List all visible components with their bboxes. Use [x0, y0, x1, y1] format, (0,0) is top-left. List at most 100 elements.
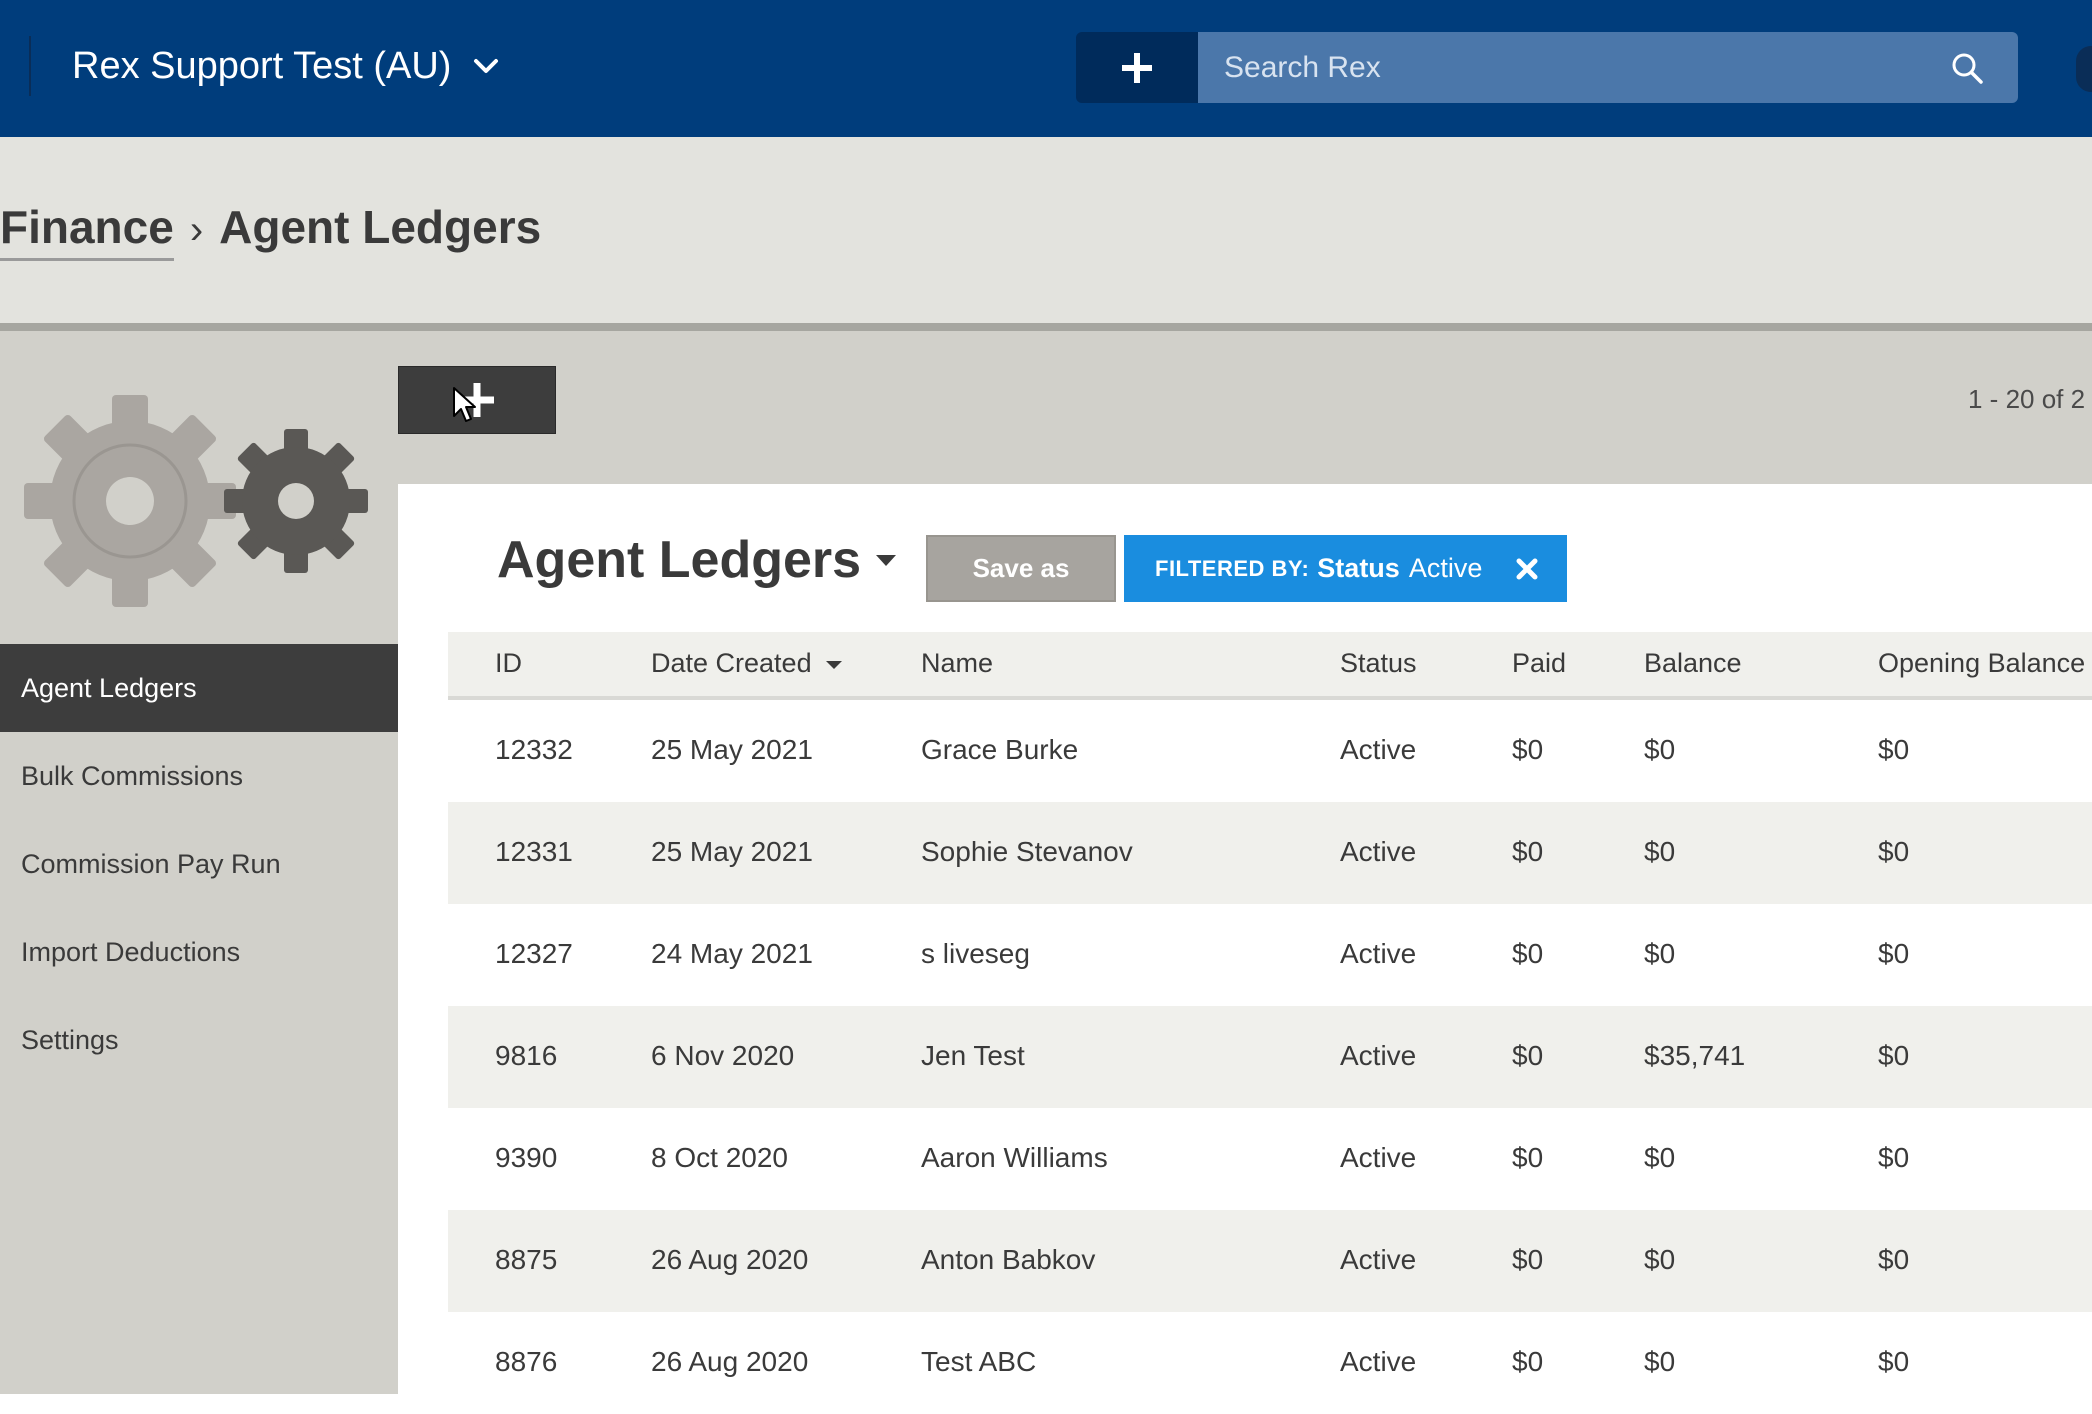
top-navigation-bar: Rex Support Test (AU): [0, 0, 2092, 137]
breadcrumb-finance-link[interactable]: Finance: [0, 200, 174, 261]
cell-name: Anton Babkov: [921, 1244, 1096, 1275]
table-header: ID Date Created Name Status Paid Balance…: [448, 632, 2092, 700]
cell-status: Active: [1340, 734, 1417, 765]
cell-paid: $0: [1512, 734, 1544, 765]
sidebar-item-commission-pay-run[interactable]: Commission Pay Run: [0, 820, 398, 908]
caret-down-icon: [876, 555, 897, 566]
cell-id: 12327: [495, 938, 573, 969]
cell-id: 9816: [495, 1040, 558, 1071]
column-header-status[interactable]: Status: [1340, 648, 1417, 679]
sidebar-item-import-deductions[interactable]: Import Deductions: [0, 908, 398, 996]
column-header-name[interactable]: Name: [921, 648, 993, 679]
cell-date-created: 6 Nov 2020: [651, 1040, 795, 1071]
quick-add-button[interactable]: [1076, 32, 1198, 103]
header-divider: [0, 323, 2092, 331]
sidebar-item-bulk-commissions[interactable]: Bulk Commissions: [0, 732, 398, 820]
account-switcher[interactable]: Rex Support Test (AU): [72, 36, 499, 96]
column-header-date-created[interactable]: Date Created: [651, 648, 842, 679]
cell-date-created: 26 Aug 2020: [651, 1244, 809, 1275]
cell-balance: $0: [1644, 1142, 1676, 1173]
cell-opening-balance: $0: [1878, 734, 1910, 765]
cell-balance: $0: [1644, 734, 1676, 765]
sidebar-item-agent-ledgers[interactable]: Agent Ledgers: [0, 644, 398, 732]
table-row[interactable]: 8876 26 Aug 2020 Test ABC Active $0 $0 $…: [448, 1312, 2092, 1414]
cell-balance: $0: [1644, 1244, 1676, 1275]
cell-id: 12331: [495, 836, 573, 867]
cell-date-created: 25 May 2021: [651, 836, 813, 867]
table-row[interactable]: 12332 25 May 2021 Grace Burke Active $0 …: [448, 700, 2092, 802]
cell-date-created: 8 Oct 2020: [651, 1142, 788, 1173]
new-ledger-button[interactable]: [398, 366, 556, 434]
cell-balance: $35,741: [1644, 1040, 1746, 1071]
cell-name: Sophie Stevanov: [921, 836, 1133, 867]
account-name: Rex Support Test (AU): [72, 44, 452, 87]
cell-paid: $0: [1512, 938, 1544, 969]
filter-value: Active: [1408, 553, 1483, 583]
cell-status: Active: [1340, 1244, 1417, 1275]
cell-name: Test ABC: [921, 1346, 1037, 1377]
cell-date-created: 26 Aug 2020: [651, 1346, 809, 1377]
sidebar-item-settings[interactable]: Settings: [0, 996, 398, 1084]
cell-status: Active: [1340, 1040, 1417, 1071]
cell-id: 8876: [495, 1346, 558, 1377]
cell-id: 12332: [495, 734, 573, 765]
sidebar: Agent Ledgers Bulk Commissions Commissio…: [0, 331, 398, 1394]
cell-opening-balance: $0: [1878, 1142, 1910, 1173]
user-avatar[interactable]: [2076, 46, 2092, 92]
table-row[interactable]: 12331 25 May 2021 Sophie Stevanov Active…: [448, 802, 2092, 904]
cell-balance: $0: [1644, 836, 1676, 867]
page-title: Agent Ledgers: [219, 201, 542, 253]
table-row[interactable]: 8875 26 Aug 2020 Anton Babkov Active $0 …: [448, 1210, 2092, 1312]
search-icon[interactable]: [1950, 51, 1984, 85]
sidebar-nav: Agent Ledgers Bulk Commissions Commissio…: [0, 644, 398, 1084]
plus-icon: [1122, 52, 1152, 83]
breadcrumb-separator: ›: [189, 208, 204, 252]
cell-opening-balance: $0: [1878, 1040, 1910, 1071]
agent-ledgers-table: ID Date Created Name Status Paid Balance…: [448, 632, 2092, 1414]
list-title: Agent Ledgers: [497, 531, 862, 589]
topbar-divider: [29, 36, 31, 96]
cell-opening-balance: $0: [1878, 938, 1910, 969]
cell-paid: $0: [1512, 1346, 1544, 1377]
saved-list-menu[interactable]: Agent Ledgers: [497, 530, 897, 590]
cell-opening-balance: $0: [1878, 836, 1910, 867]
column-header-paid[interactable]: Paid: [1512, 648, 1566, 679]
cell-id: 9390: [495, 1142, 558, 1173]
plus-icon: [460, 383, 494, 417]
filter-field: Status: [1317, 553, 1400, 583]
cell-balance: $0: [1644, 938, 1676, 969]
cell-paid: $0: [1512, 836, 1544, 867]
pagination-summary: 1 - 20 of 2: [1968, 384, 2086, 414]
cell-status: Active: [1340, 1346, 1417, 1377]
cell-name: Aaron Williams: [921, 1142, 1108, 1173]
column-header-opening-balance[interactable]: Opening Balance: [1878, 648, 2085, 679]
list-toolbar: [398, 331, 2092, 484]
cell-date-created: 24 May 2021: [651, 938, 813, 969]
column-header-label: Date Created: [651, 648, 812, 678]
settings-gears-icon: [24, 395, 368, 607]
cell-paid: $0: [1512, 1040, 1544, 1071]
cell-name: Grace Burke: [921, 734, 1079, 765]
save-as-button[interactable]: Save as: [926, 535, 1116, 602]
breadcrumb: Finance › Agent Ledgers: [0, 200, 541, 261]
table-row[interactable]: 9390 8 Oct 2020 Aaron Williams Active $0…: [448, 1108, 2092, 1210]
cell-status: Active: [1340, 1142, 1417, 1173]
cell-paid: $0: [1512, 1244, 1544, 1275]
cell-balance: $0: [1644, 1346, 1676, 1377]
table-row[interactable]: 12327 24 May 2021 s liveseg Active $0 $0…: [448, 904, 2092, 1006]
cell-status: Active: [1340, 938, 1417, 969]
column-header-id[interactable]: ID: [495, 648, 522, 679]
column-header-balance[interactable]: Balance: [1644, 648, 1742, 679]
cell-date-created: 25 May 2021: [651, 734, 813, 765]
global-search: [1198, 32, 2018, 103]
close-icon[interactable]: [1515, 557, 1539, 581]
cell-opening-balance: $0: [1878, 1244, 1910, 1275]
cell-name: Jen Test: [921, 1040, 1025, 1071]
search-input[interactable]: [1198, 32, 1950, 103]
cell-status: Active: [1340, 836, 1417, 867]
cell-id: 8875: [495, 1244, 558, 1275]
table-row[interactable]: 9816 6 Nov 2020 Jen Test Active $0 $35,7…: [448, 1006, 2092, 1108]
cell-name: s liveseg: [921, 938, 1030, 969]
active-filter-chip[interactable]: FILTERED BY: Status Active: [1124, 535, 1567, 602]
cell-opening-balance: $0: [1878, 1346, 1910, 1377]
